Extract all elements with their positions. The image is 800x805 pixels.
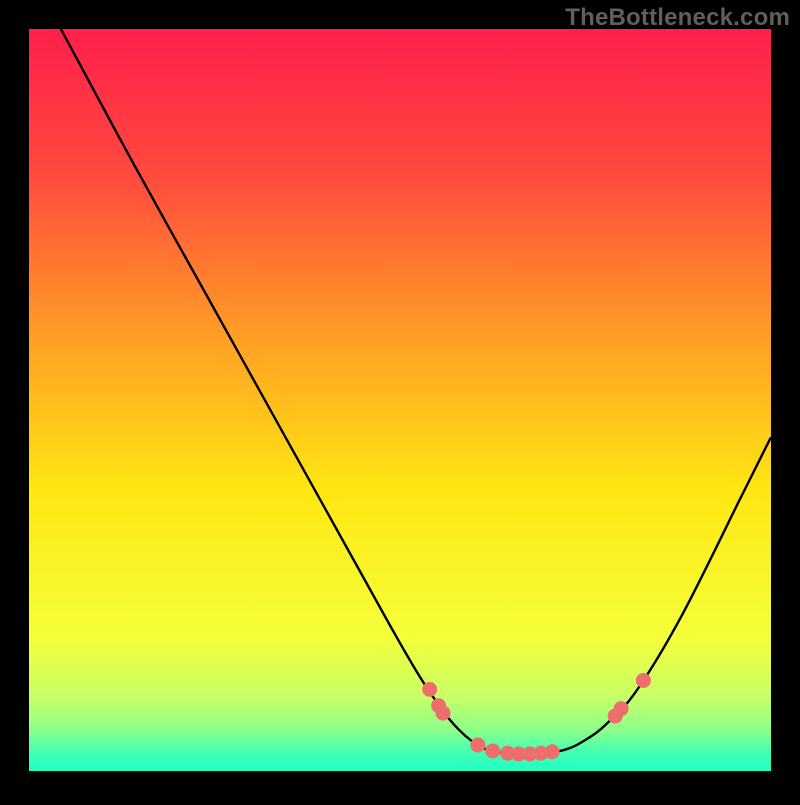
data-point xyxy=(470,738,485,753)
bottleneck-chart xyxy=(0,0,800,800)
watermark-text: TheBottleneck.com xyxy=(565,4,790,32)
chart-frame: { "watermark": "TheBottleneck.com", "cha… xyxy=(0,0,800,800)
data-point xyxy=(636,673,651,688)
data-point xyxy=(545,744,560,759)
data-point xyxy=(436,706,451,721)
data-point xyxy=(614,701,629,716)
data-point xyxy=(485,743,500,758)
data-point xyxy=(422,682,437,697)
plot-background xyxy=(29,29,771,771)
